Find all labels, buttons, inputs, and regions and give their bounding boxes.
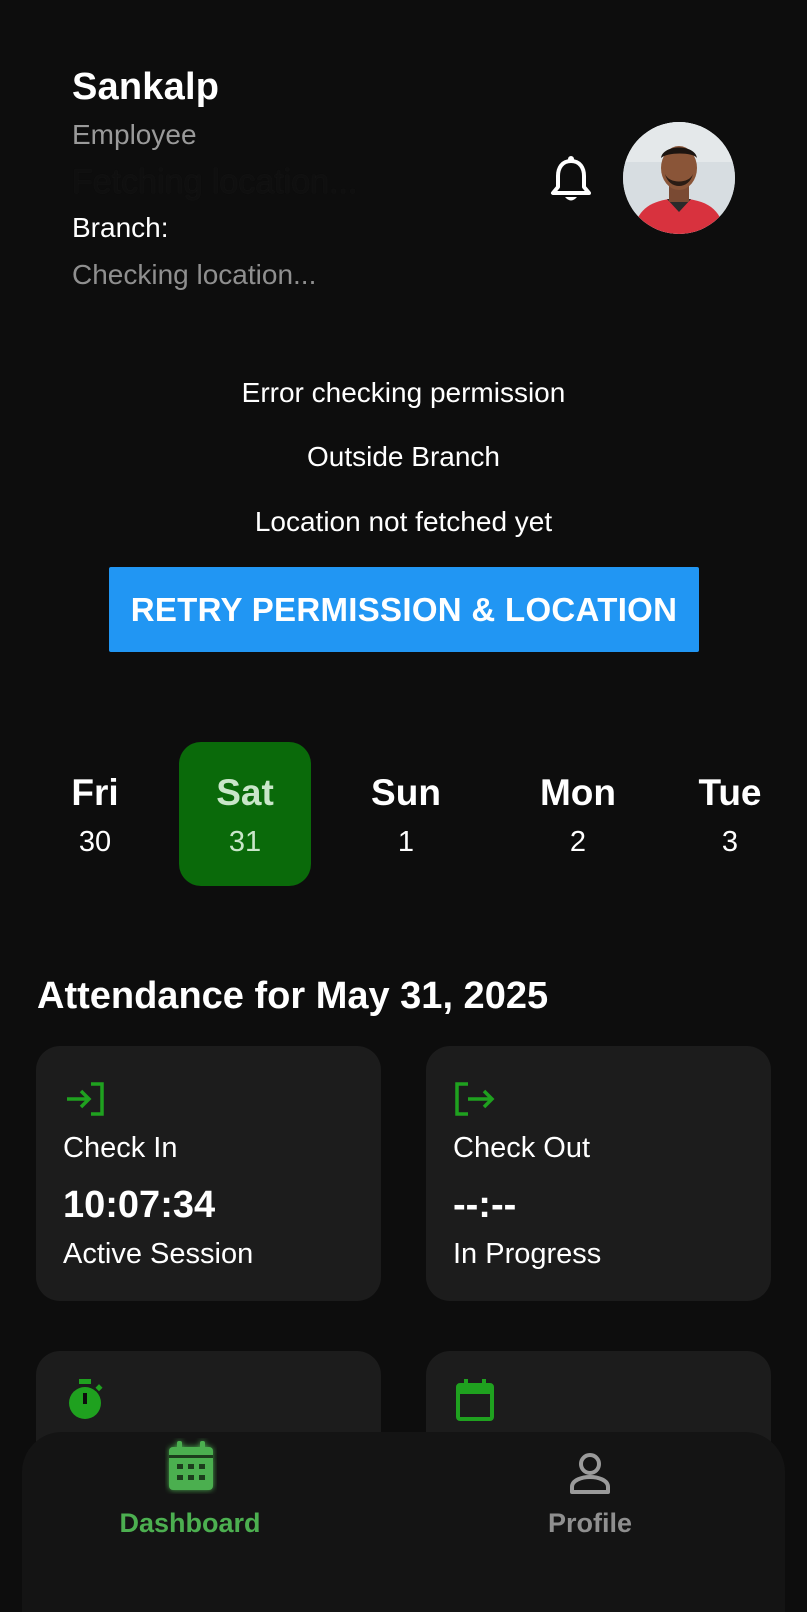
avatar[interactable] <box>623 122 735 234</box>
day-name: Sun <box>371 772 441 813</box>
day-mon[interactable]: Mon 2 <box>512 742 644 886</box>
nav-profile-label: Profile <box>547 1508 633 1538</box>
check-in-label: Check In <box>63 1132 178 1164</box>
location-status: Fetching location... <box>72 163 358 201</box>
dashboard-calendar-icon <box>169 1441 213 1490</box>
day-tue[interactable]: Tue 3 <box>690 742 772 886</box>
day-fri[interactable]: Fri 30 <box>29 742 161 886</box>
location-status-text: Location not fetched yet <box>254 506 553 537</box>
day-name: Fri <box>71 772 119 813</box>
retry-permission-button[interactable]: RETRY PERMISSION & LOCATION <box>109 567 699 652</box>
check-in-status: Active Session <box>63 1238 254 1270</box>
check-in-card[interactable]: Check In 10:07:34 Active Session <box>36 1046 381 1301</box>
attendance-title: Attendance for May 31, 2025 <box>37 975 549 1017</box>
day-name: Mon <box>539 772 617 813</box>
day-sat-selected[interactable]: Sat 31 <box>179 742 311 886</box>
branch-status-text: Outside Branch <box>307 441 500 472</box>
day-number: 3 <box>721 826 739 858</box>
branch-status: Checking location... <box>72 259 317 290</box>
calendar-icon <box>456 1379 494 1421</box>
nav-dashboard[interactable]: Dashboard <box>110 1432 270 1582</box>
check-out-label: Check Out <box>453 1132 590 1164</box>
bottom-nav: Dashboard Profile <box>22 1432 785 1612</box>
branch-label: Branch: <box>72 212 169 243</box>
day-name: Tue <box>698 772 762 813</box>
logout-icon <box>455 1082 495 1116</box>
day-number: 30 <box>78 826 112 858</box>
check-out-status: In Progress <box>453 1238 602 1270</box>
permission-error-text: Error checking permission <box>241 377 566 408</box>
day-number: 1 <box>397 826 415 858</box>
user-name: Sankalp <box>72 66 220 108</box>
check-in-time: 10:07:34 <box>63 1184 216 1226</box>
day-number: 31 <box>228 826 262 858</box>
user-role: Employee <box>72 119 197 150</box>
day-name: Sat <box>216 772 274 813</box>
nav-dashboard-label: Dashboard <box>119 1508 261 1538</box>
nav-profile[interactable]: Profile <box>510 1432 670 1582</box>
check-out-time: --:-- <box>453 1184 517 1226</box>
day-tue-clip: Tue 3 <box>690 742 772 886</box>
stopwatch-icon <box>69 1379 103 1419</box>
day-number: 2 <box>569 826 587 858</box>
person-icon <box>570 1453 610 1494</box>
login-icon <box>67 1082 104 1116</box>
bell-icon[interactable] <box>548 155 594 205</box>
check-out-card[interactable]: Check Out --:-- In Progress <box>426 1046 771 1301</box>
day-sun[interactable]: Sun 1 <box>340 742 472 886</box>
